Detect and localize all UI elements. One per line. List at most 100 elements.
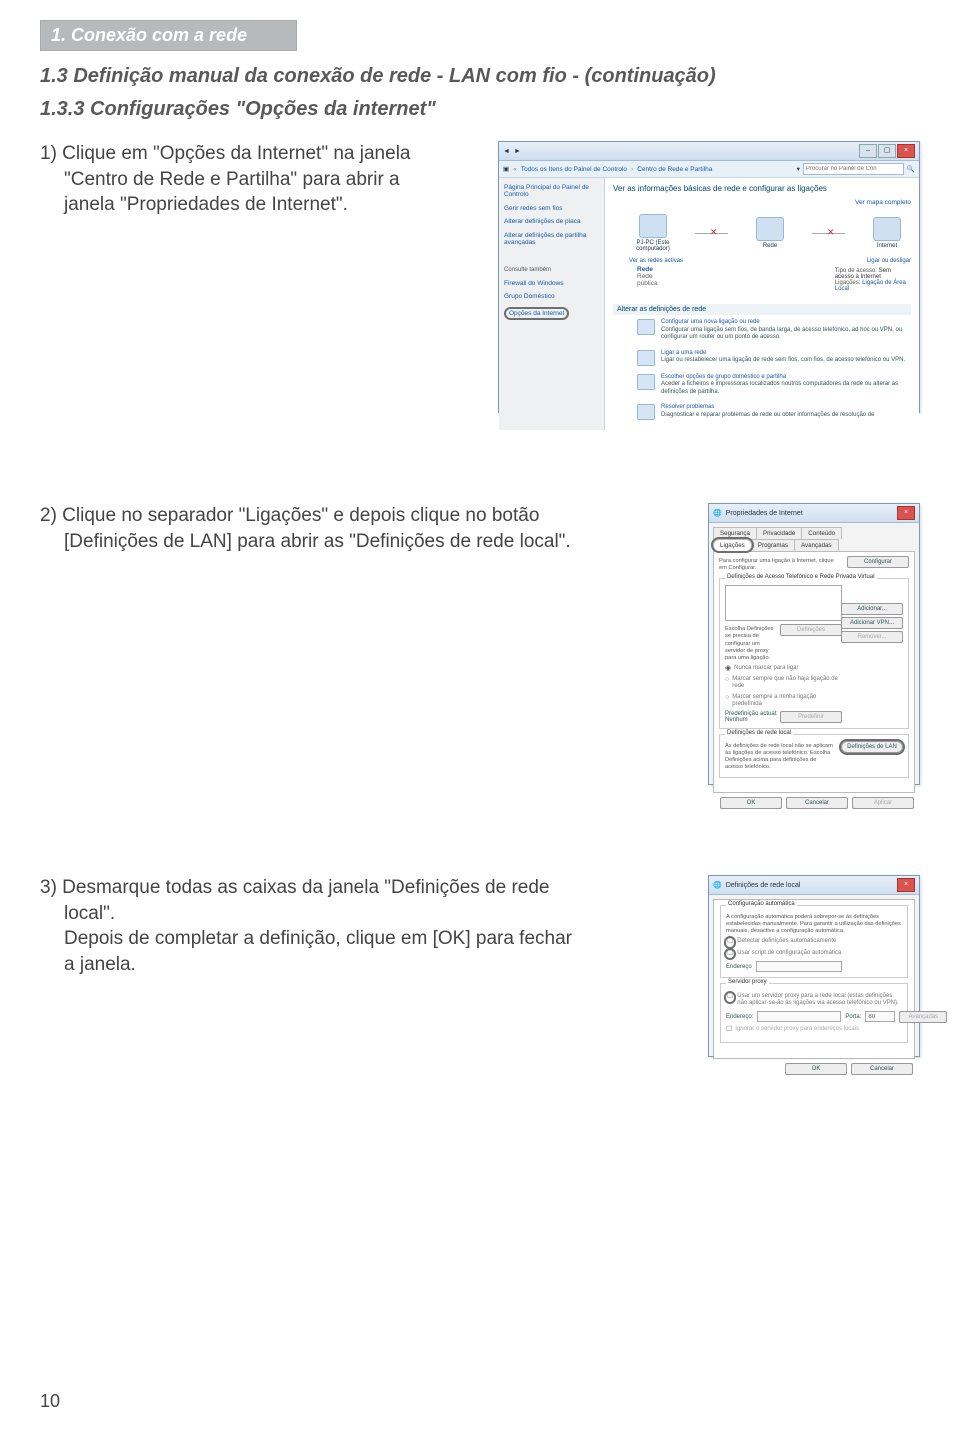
action-homegroup[interactable]: Escolher opções de grupo doméstico e par… <box>613 370 911 401</box>
sidebar-item[interactable]: Firewall do Windows <box>504 280 599 287</box>
node-internet: Internet <box>863 217 911 249</box>
computer-icon <box>639 214 667 238</box>
fwd-icon[interactable]: ► <box>514 148 521 155</box>
step3-line4: a janela. <box>40 952 690 978</box>
min-button[interactable]: – <box>859 144 877 158</box>
tab-ligacoes[interactable]: Ligações <box>713 539 752 551</box>
step3-line2: local". <box>40 901 690 927</box>
sidebar-item[interactable]: Alterar definições de partilha avançadas <box>504 232 599 247</box>
section-header-text: 1. Conexão com a rede <box>51 25 247 45</box>
network-name[interactable]: Rede <box>637 266 665 273</box>
tab-programas[interactable]: Programas <box>751 539 795 551</box>
avancadas-button[interactable]: Avançadas <box>899 1011 947 1023</box>
endereco-script-input[interactable] <box>756 961 842 972</box>
tab-privacidade[interactable]: Privacidade <box>756 527 802 539</box>
tabs-row-2: Ligações Programas Avançadas <box>709 539 919 551</box>
proxy-group-label: Servidor proxy <box>726 979 769 985</box>
chk-detectar-auto[interactable]: Detectar definições automaticamente <box>726 938 902 946</box>
connect-disconnect-link[interactable]: Ligar ou desligar <box>867 258 911 264</box>
aplicar-button[interactable]: Aplicar <box>852 797 914 809</box>
configurar-button[interactable]: Configurar <box>847 556 909 568</box>
search-input[interactable] <box>803 163 904 175</box>
proxy-addr-input[interactable] <box>757 1011 841 1022</box>
radio-marcar-sem-rede[interactable]: Marcar sempre que não haja ligação de re… <box>725 676 842 690</box>
change-settings-header: Alterar as definições de rede <box>613 304 911 315</box>
sidebar-item[interactable]: Gerir redes sem fios <box>504 205 599 212</box>
endereco-label: Endereço <box>726 964 752 970</box>
tab-panel: Para configurar uma ligação à Internet, … <box>713 551 915 793</box>
cancelar-button[interactable]: Cancelar <box>851 1063 913 1075</box>
screenshot-centro-de-rede: ◄ ► – ▢ × ▣ « Todos os Itens do Painel d… <box>498 141 920 413</box>
definicoes-button[interactable]: Definições <box>780 624 842 636</box>
action-connect-network[interactable]: Ligar a uma redeLigar ou restabelecer um… <box>613 346 911 370</box>
predefinir-button[interactable]: Predefinir <box>780 711 842 723</box>
predef-value: Nenhum <box>725 717 748 723</box>
network-diagram: PJ-PC (Este computador) Rede Internet <box>629 214 911 252</box>
ok-button[interactable]: OK <box>785 1063 847 1075</box>
max-button[interactable]: ▢ <box>878 144 896 158</box>
breadcrumb-root[interactable]: Todos os Itens do Painel de Controlo <box>521 166 627 173</box>
ver-mapa-link[interactable]: Ver mapa completo <box>855 199 911 206</box>
section-header: 1. Conexão com a rede <box>40 20 297 51</box>
connect-icon <box>637 350 655 366</box>
remover-button[interactable]: Remover... <box>841 631 903 643</box>
radio-marcar-sempre[interactable]: Marcar sempre a minha ligação predefinid… <box>725 694 842 708</box>
sidebar-item[interactable]: Grupo Doméstico <box>504 293 599 300</box>
subtitle: 1.3 Definição manual da conexão de rede … <box>40 65 920 88</box>
step-2-text: 2) Clique no separador "Ligações" e depo… <box>40 503 690 785</box>
porta-input[interactable] <box>865 1011 895 1022</box>
breadcrumb-current[interactable]: Centro de Rede e Partilha <box>637 166 712 173</box>
action-troubleshoot[interactable]: Resolver problemasDiagnosticar e reparar… <box>613 400 911 424</box>
chk-ignorar-proxy-local[interactable]: Ignorar o servidor proxy para endereços … <box>726 1026 902 1034</box>
definicoes-de-lan-button[interactable]: Definições de LAN <box>841 741 903 753</box>
sidebar-item[interactable]: Alterar definições de placa <box>504 218 599 225</box>
lan-group-label: Definições de rede local <box>725 730 793 736</box>
step-3-text: 3) Desmarque todas as caixas da janela "… <box>40 875 690 1057</box>
auto-config-note: A configuração automática poderá sobrepo… <box>726 914 902 935</box>
screenshot-propriedades-internet: 🌐 Propriedades de Internet × Segurança P… <box>708 503 920 785</box>
close-button[interactable]: × <box>897 144 915 158</box>
dialup-group-label: Definições de Acesso Telefónico e Rede P… <box>725 574 877 580</box>
adicionar-button[interactable]: Adicionar... <box>841 603 903 615</box>
porta-label: Porta: <box>845 1014 861 1020</box>
sidebar-opcoes-da-internet[interactable]: Opções da Internet <box>504 307 569 320</box>
screenshot-definicoes-rede-local: 🌐 Definições de rede local × Configuraçã… <box>708 875 920 1057</box>
action-new-connection[interactable]: Configurar uma nova ligação ou redeConfi… <box>613 315 911 346</box>
auto-config-label: Configuração automática <box>726 901 797 907</box>
connector-1 <box>695 233 728 234</box>
cancelar-button[interactable]: Cancelar <box>786 797 848 809</box>
tabs-row-1: Segurança Privacidade Conteúdo <box>709 523 919 539</box>
close-button[interactable]: × <box>897 878 915 892</box>
step3-line3: Depois de completar a definição, clique … <box>40 926 690 952</box>
ok-button[interactable]: OK <box>720 797 782 809</box>
dialog-title: Definições de rede local <box>726 882 801 889</box>
adicionar-vpn-button[interactable]: Adicionar VPN... <box>841 617 903 629</box>
step3-line1: 3) Desmarque todas as caixas da janela "… <box>40 877 549 898</box>
search-icon[interactable]: 🔍 <box>907 165 915 173</box>
control-panel-icon: ▣ <box>503 165 509 173</box>
troubleshoot-icon <box>637 404 655 420</box>
chk-usar-proxy[interactable]: Usar um servidor proxy para a rede local… <box>726 993 902 1007</box>
chk-usar-script[interactable]: Usar script de configuração automática <box>726 950 902 958</box>
step-1-row: 1) Clique em "Opções da Internet" na jan… <box>40 141 920 413</box>
tab-avancadas[interactable]: Avançadas <box>794 539 839 551</box>
tab-conteudo[interactable]: Conteúdo <box>801 527 842 539</box>
lan-note: As definições de rede local não se aplic… <box>725 743 835 772</box>
dialog-titlebar: 🌐 Propriedades de Internet × <box>709 504 919 523</box>
sidebar: Página Principal do Painel de Controlo G… <box>499 178 605 430</box>
network-icon <box>756 217 784 241</box>
page-number: 10 <box>40 1391 60 1412</box>
tab-seguranca[interactable]: Segurança <box>713 527 757 539</box>
dialup-listbox[interactable] <box>725 585 842 621</box>
radio-nunca-marcar[interactable]: Nunca marcar para ligar <box>725 665 842 673</box>
step-2-row: 2) Clique no separador "Ligações" e depo… <box>40 503 920 785</box>
step2-line2: [Definições de LAN] para abrir as "Defin… <box>40 529 690 555</box>
close-button[interactable]: × <box>897 506 915 520</box>
sidebar-home-link[interactable]: Página Principal do Painel de Controlo <box>504 184 599 199</box>
main-area: Ver as informações básicas de rede e con… <box>605 178 919 430</box>
active-networks-label: Ver as redes activas <box>629 258 683 264</box>
back-icon[interactable]: ◄ <box>503 148 510 155</box>
main-heading: Ver as informações básicas de rede e con… <box>613 184 911 193</box>
subsection-title: 1.3.3 Configurações "Opções da internet" <box>40 98 920 121</box>
panel: Configuração automática A configuração a… <box>713 899 915 1059</box>
